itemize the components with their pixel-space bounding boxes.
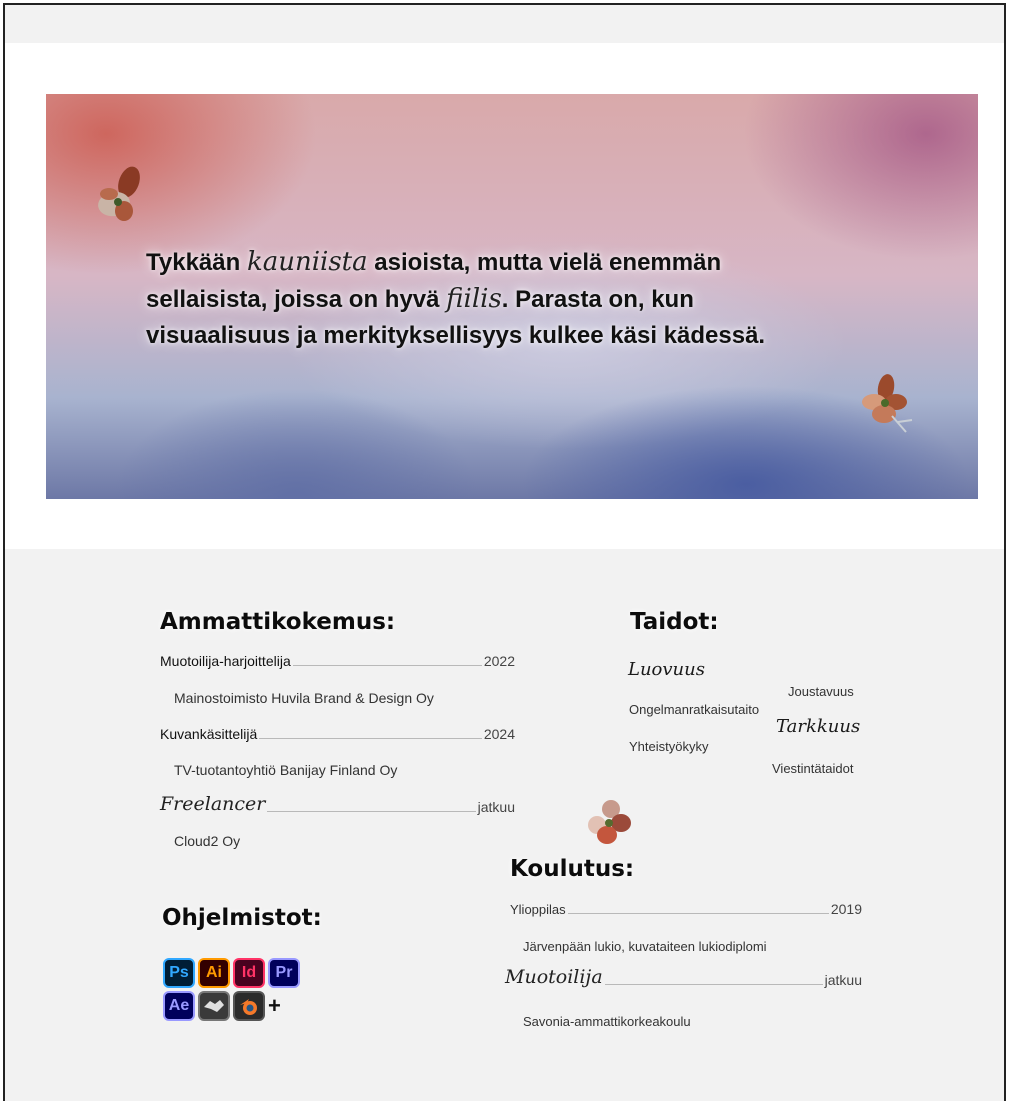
experience-company: TV-tuotantoyhtiö Banijay Finland Oy bbox=[174, 762, 398, 778]
hero-text-segment: sellaisista, joissa on hyvä bbox=[146, 286, 447, 313]
experience-year: jatkuu bbox=[477, 799, 515, 815]
software-icons: Ps Ai Id Pr Ae + bbox=[163, 958, 302, 1021]
divider-line bbox=[604, 984, 823, 985]
divider-line bbox=[567, 913, 829, 914]
hero-line-1: Tykkään kauniista asioista, mutta vielä … bbox=[146, 244, 886, 281]
experience-company: Cloud2 Oy bbox=[174, 833, 241, 849]
hero-section: Tykkään kauniista asioista, mutta vielä … bbox=[5, 43, 1004, 549]
experience-row: Kuvankäsittelijä 2024 bbox=[160, 726, 515, 742]
experience-company: Mainostoimisto Huvila Brand & Design Oy bbox=[174, 690, 434, 706]
divider-line bbox=[292, 665, 482, 666]
education-row: Muotoilija jatkuu bbox=[505, 966, 862, 988]
experience-year: 2024 bbox=[483, 726, 515, 742]
premiere-icon: Pr bbox=[268, 958, 300, 988]
experience-role: Muotoilija-harjoittelija bbox=[160, 653, 291, 669]
experience-row: Muotoilija-harjoittelija 2022 bbox=[160, 653, 515, 669]
skill-joustavuus: Joustavuus bbox=[788, 684, 854, 699]
divider-line bbox=[259, 738, 482, 739]
skills-title: Taidot: bbox=[630, 609, 719, 635]
plus-icon: + bbox=[268, 993, 281, 1018]
hero-script-word: kauniista bbox=[246, 247, 368, 277]
flower-icon bbox=[98, 166, 140, 221]
hero-line-3: visuaalisuus ja merkityksellisyys kulkee… bbox=[146, 322, 766, 349]
divider-line bbox=[267, 811, 476, 812]
experience-title: Ammattikokemus: bbox=[160, 609, 396, 635]
blender-icon bbox=[233, 991, 265, 1021]
experience-role: Kuvankäsittelijä bbox=[160, 726, 258, 742]
indesign-icon: Id bbox=[233, 958, 265, 988]
education-row: Ylioppilas 2019 bbox=[510, 901, 862, 917]
skill-viestinta: Viestintätaidot bbox=[772, 761, 854, 776]
skill-tarkkuus: Tarkkuus bbox=[776, 716, 861, 737]
experience-row: Freelancer jatkuu bbox=[160, 793, 515, 815]
experience-year: 2022 bbox=[483, 653, 515, 669]
handshake-icon bbox=[198, 991, 230, 1021]
education-school: Järvenpään lukio, kuvataiteen lukiodiplo… bbox=[523, 939, 767, 954]
hero-text-segment: . Parasta on, kun bbox=[501, 286, 694, 313]
after-effects-icon: Ae bbox=[163, 991, 195, 1021]
flower-icon bbox=[862, 374, 913, 433]
hero-text-segment: asioista, mutta vielä enemmän bbox=[367, 249, 722, 276]
page-frame: Tykkään kauniista asioista, mutta vielä … bbox=[3, 3, 1006, 1101]
experience-role: Freelancer bbox=[160, 793, 266, 815]
education-year: 2019 bbox=[830, 901, 862, 917]
hero-line-2: sellaisista, joissa on hyvä fiilis. Para… bbox=[146, 281, 886, 318]
education-year: jatkuu bbox=[824, 972, 862, 988]
education-title: Koulutus: bbox=[510, 856, 635, 882]
software-title: Ohjelmistot: bbox=[162, 905, 322, 931]
skill-yhteistyo: Yhteistyökyky bbox=[629, 739, 709, 754]
photoshop-icon: Ps bbox=[163, 958, 195, 988]
skill-luovuus: Luovuus bbox=[628, 659, 705, 680]
hero-banner: Tykkään kauniista asioista, mutta vielä … bbox=[46, 94, 978, 499]
education-degree: Ylioppilas bbox=[510, 902, 566, 917]
flower-icon bbox=[588, 800, 631, 844]
education-school: Savonia-ammattikorkeakoulu bbox=[523, 1014, 691, 1029]
illustrator-icon: Ai bbox=[198, 958, 230, 988]
hero-script-word: fiilis bbox=[446, 284, 502, 314]
hero-text-segment: Tykkään bbox=[146, 249, 247, 276]
education-degree: Muotoilija bbox=[505, 966, 603, 988]
skill-ongelmanratkaisu: Ongelmanratkaisutaito bbox=[629, 702, 760, 717]
top-band bbox=[5, 5, 1004, 43]
hero-quote: Tykkään kauniista asioista, mutta vielä … bbox=[146, 244, 886, 354]
